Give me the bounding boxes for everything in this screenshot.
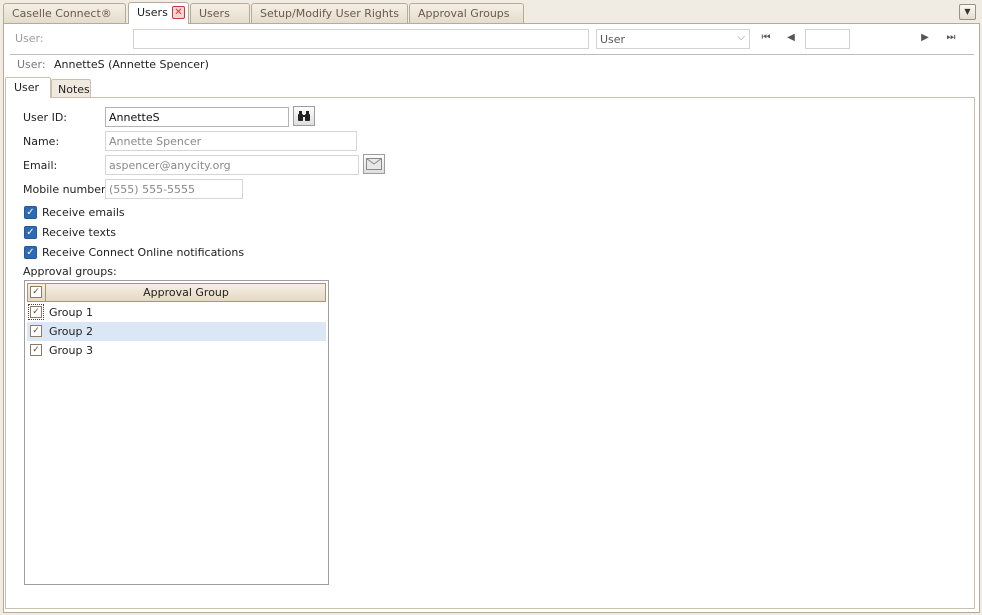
- tab-approval-groups[interactable]: Approval Groups: [409, 3, 524, 23]
- email-field[interactable]: aspencer@anycity.org: [105, 155, 359, 175]
- row-label: Group 2: [49, 325, 93, 338]
- user-tab-panel: User ID: AnnetteS Name: Annette Spencer …: [5, 97, 975, 609]
- tab-label: User: [14, 81, 40, 94]
- last-record-icon[interactable]: ⏭: [944, 31, 958, 45]
- table-row[interactable]: ✓ Group 1: [27, 303, 326, 322]
- next-record-icon[interactable]: ▶: [918, 31, 932, 45]
- checkbox-label: Receive Connect Online notifications: [42, 246, 245, 259]
- first-record-icon[interactable]: ⏮: [759, 31, 773, 45]
- row-label: Group 3: [49, 344, 93, 357]
- current-user-label: User:: [17, 58, 46, 71]
- tab-label: Caselle Connect®: [12, 7, 112, 20]
- lookup-type-value: User: [600, 33, 626, 46]
- chevron-down-icon: ⌵: [737, 32, 745, 43]
- tab-label: Users: [199, 7, 230, 20]
- checkmark-icon: ✓: [24, 206, 37, 219]
- approval-groups-label: Approval groups:: [23, 265, 117, 278]
- select-all-checkbox[interactable]: ✓: [30, 286, 42, 298]
- tab-user[interactable]: User: [5, 77, 51, 98]
- checkmark-icon: ✓: [24, 226, 37, 239]
- checkbox-label: Receive emails: [42, 206, 125, 219]
- approval-groups-grid: ✓ Approval Group ✓ Group 1 ✓ Group 2 ✓ G…: [24, 280, 329, 585]
- checkbox-label: Receive texts: [42, 226, 117, 239]
- header-check-cell[interactable]: ✓: [28, 284, 46, 301]
- column-header-approval-group[interactable]: Approval Group: [47, 286, 325, 299]
- record-number-input[interactable]: [805, 29, 850, 49]
- lookup-user-label: User:: [15, 32, 44, 45]
- row-label: Group 1: [49, 306, 93, 319]
- previous-record-icon[interactable]: ◀: [784, 31, 798, 45]
- mobile-number-label: Mobile number:: [23, 183, 110, 196]
- mobile-number-field[interactable]: (555) 555-5555: [105, 179, 243, 199]
- chevron-down-icon[interactable]: ▼: [959, 4, 976, 20]
- email-label: Email:: [23, 159, 58, 172]
- row-checkbox[interactable]: ✓: [30, 325, 42, 337]
- user-id-label: User ID:: [23, 111, 67, 124]
- checkmark-icon: ✓: [24, 246, 37, 259]
- tab-users-active[interactable]: Users ✕: [128, 2, 189, 24]
- main-panel: User: User ⌵ ⏮ ◀ ▶ ⏭ User: AnnetteS (Ann…: [3, 23, 980, 613]
- name-field[interactable]: Annette Spencer: [105, 131, 357, 151]
- user-id-field[interactable]: AnnetteS: [105, 107, 289, 127]
- tab-users[interactable]: Users: [190, 3, 250, 23]
- document-tab-bar: Caselle Connect® Users ✕ Users Setup/Mod…: [0, 0, 982, 24]
- lookup-type-select[interactable]: User ⌵: [596, 29, 750, 49]
- close-icon[interactable]: ✕: [172, 6, 185, 19]
- table-row[interactable]: ✓ Group 3: [27, 341, 326, 360]
- table-row[interactable]: ✓ Group 2: [27, 322, 326, 341]
- tab-label: Users: [137, 6, 168, 19]
- binoculars-icon[interactable]: [293, 106, 315, 126]
- tab-label: Approval Groups: [418, 7, 510, 20]
- tab-label: Setup/Modify User Rights: [260, 7, 399, 20]
- tab-label: Notes: [58, 83, 90, 96]
- name-label: Name:: [23, 135, 60, 148]
- tab-caselle-connect[interactable]: Caselle Connect®: [3, 3, 126, 23]
- current-user-value: AnnetteS (Annette Spencer): [54, 58, 209, 71]
- tab-notes[interactable]: Notes: [51, 79, 91, 98]
- envelope-icon[interactable]: [363, 154, 385, 174]
- lookup-user-input[interactable]: [133, 29, 589, 49]
- grid-header: ✓ Approval Group: [27, 283, 326, 302]
- tab-setup-modify-user-rights[interactable]: Setup/Modify User Rights: [251, 3, 408, 23]
- toolbar-divider: [10, 54, 974, 55]
- row-checkbox[interactable]: ✓: [28, 304, 44, 320]
- row-checkbox[interactable]: ✓: [30, 344, 42, 356]
